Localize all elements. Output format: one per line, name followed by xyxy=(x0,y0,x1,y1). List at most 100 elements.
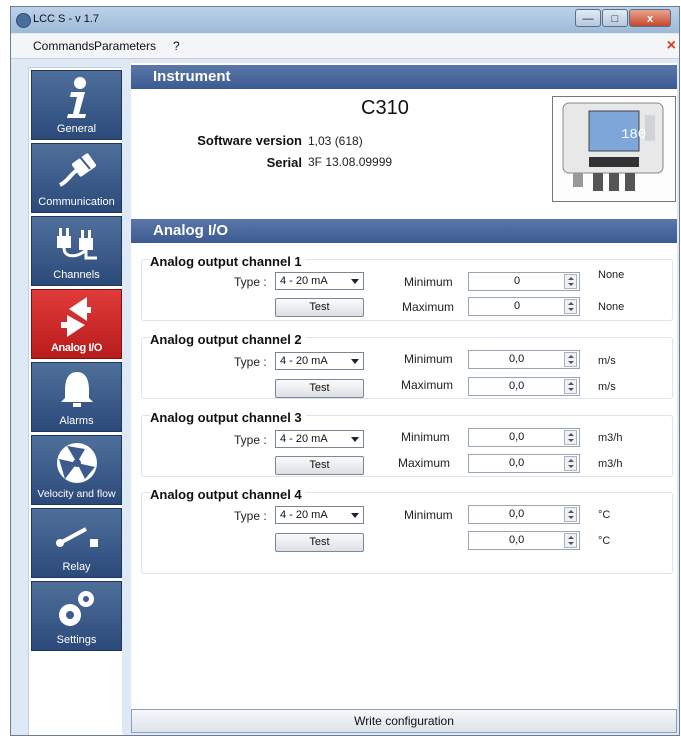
minimum-input[interactable]: 0,0 xyxy=(468,505,580,524)
sidebar-item-velocity-flow[interactable]: Velocity and flow xyxy=(31,435,122,505)
minimum-unit: m3/h xyxy=(598,432,623,444)
sidebar-item-settings[interactable]: Settings xyxy=(31,581,122,651)
channel-title: Analog output channel 1 xyxy=(150,254,306,269)
maximum-unit: °C xyxy=(598,535,611,547)
sidebar-item-label: Velocity and flow xyxy=(37,488,116,500)
maximum-label: Maximum xyxy=(402,300,455,314)
chevron-down-icon xyxy=(351,359,359,364)
power-plugs-icon xyxy=(32,223,121,265)
serial-label: Serial xyxy=(266,155,302,170)
minimum-label: Minimum xyxy=(404,508,453,522)
test-button[interactable]: Test xyxy=(275,379,364,398)
minimum-value: 0,0 xyxy=(509,508,525,520)
channel-title: Analog output channel 4 xyxy=(150,487,306,502)
minimum-unit: °C xyxy=(598,509,611,521)
sidebar-item-communication[interactable]: Communication xyxy=(31,143,122,213)
chevron-down-icon xyxy=(351,437,359,442)
maximum-label: Maximum xyxy=(401,378,454,392)
bell-icon xyxy=(32,369,121,411)
device-image: 180 xyxy=(552,96,676,202)
type-value: 4 - 20 mA xyxy=(280,355,328,367)
minimum-value: 0 xyxy=(514,275,521,287)
channel-title: Analog output channel 2 xyxy=(150,332,306,347)
type-label: Type : xyxy=(234,275,267,289)
chevron-down-icon xyxy=(351,279,359,284)
minimum-value: 0,0 xyxy=(509,431,525,443)
app-logo-icon xyxy=(16,13,31,28)
channel-group: Analog output channel 3 Type : 4 - 20 mA… xyxy=(141,410,673,477)
sidebar-item-general[interactable]: General xyxy=(31,70,122,140)
minimum-input[interactable]: 0,0 xyxy=(468,350,580,369)
ethernet-plug-icon xyxy=(32,150,121,192)
info-icon xyxy=(32,77,121,119)
app-window: LCC S - v 1.7 — □ x Commands Parameters … xyxy=(10,6,680,736)
sidebar-item-analog-io[interactable]: Analog I/O xyxy=(31,289,122,359)
main-panel: Instrument C310 Software version 1,03 (6… xyxy=(131,63,677,709)
maximum-input[interactable]: 0 xyxy=(468,297,580,316)
type-select[interactable]: 4 - 20 mA xyxy=(275,272,364,290)
test-button[interactable]: Test xyxy=(275,298,364,317)
maximum-input[interactable]: 0,0 xyxy=(468,377,580,396)
type-select[interactable]: 4 - 20 mA xyxy=(275,506,364,524)
spinner-icon[interactable] xyxy=(564,274,577,289)
minimum-label: Minimum xyxy=(404,275,453,289)
spinner-icon[interactable] xyxy=(564,533,577,548)
splitter[interactable] xyxy=(122,67,127,734)
switch-icon xyxy=(32,515,121,557)
maximum-input[interactable]: 0,0 xyxy=(468,454,580,473)
sidebar-item-label: Alarms xyxy=(59,415,94,427)
sidebar-item-label: Communication xyxy=(38,196,115,208)
spinner-icon[interactable] xyxy=(564,299,577,314)
maximize-button[interactable]: □ xyxy=(602,9,628,27)
sidebar-item-channels[interactable]: Channels xyxy=(31,216,122,286)
type-value: 4 - 20 mA xyxy=(280,433,328,445)
chevron-down-icon xyxy=(351,513,359,518)
sidebar-item-relay[interactable]: Relay xyxy=(31,508,122,578)
menu-parameters[interactable]: Parameters xyxy=(94,39,156,53)
analog-io-header: Analog I/O xyxy=(131,219,677,243)
sidebar: General Communication Channels Analog I/… xyxy=(28,67,125,735)
write-configuration-button[interactable]: Write configuration xyxy=(131,709,677,733)
type-label: Type : xyxy=(234,355,267,369)
menu-bar: Commands Parameters ? × xyxy=(11,34,679,59)
type-label: Type : xyxy=(234,433,267,447)
type-select[interactable]: 4 - 20 mA xyxy=(275,352,364,370)
type-select[interactable]: 4 - 20 mA xyxy=(275,430,364,448)
channel-group: Analog output channel 4 Type : 4 - 20 mA… xyxy=(141,487,673,574)
maximum-value: 0 xyxy=(514,300,521,312)
minimum-input[interactable]: 0 xyxy=(468,272,580,291)
spinner-icon[interactable] xyxy=(564,430,577,445)
spinner-icon[interactable] xyxy=(564,379,577,394)
maximum-label: Maximum xyxy=(398,456,451,470)
instrument-header: Instrument xyxy=(131,65,677,89)
sidebar-item-label: Analog I/O xyxy=(50,342,102,354)
channel-title: Analog output channel 3 xyxy=(150,410,306,425)
minimum-label: Minimum xyxy=(401,430,450,444)
serial-value: 3F 13.08.09999 xyxy=(308,155,393,169)
spinner-icon[interactable] xyxy=(564,456,577,471)
channel-group: Analog output channel 2 Type : 4 - 20 mA… xyxy=(141,332,673,399)
spinner-icon[interactable] xyxy=(564,352,577,367)
sidebar-item-label: Channels xyxy=(53,269,100,281)
title-bar[interactable]: LCC S - v 1.7 — □ x xyxy=(11,7,679,33)
test-button[interactable]: Test xyxy=(275,533,364,552)
close-icon[interactable]: × xyxy=(667,37,676,55)
test-button[interactable]: Test xyxy=(275,456,364,475)
type-value: 4 - 20 mA xyxy=(280,275,328,287)
minimize-button[interactable]: — xyxy=(575,9,601,27)
menu-help[interactable]: ? xyxy=(173,39,180,53)
maximum-unit: None xyxy=(598,301,625,313)
minimum-unit: None xyxy=(598,269,625,281)
maximum-value: 0,0 xyxy=(509,457,525,469)
sidebar-item-alarms[interactable]: Alarms xyxy=(31,362,122,432)
maximum-input[interactable]: 0,0 xyxy=(468,531,580,550)
maximum-value: 0,0 xyxy=(509,380,525,392)
menu-commands[interactable]: Commands xyxy=(33,39,94,53)
fan-icon xyxy=(32,442,121,484)
arrows-icon xyxy=(32,296,121,338)
minimum-input[interactable]: 0,0 xyxy=(468,428,580,447)
spinner-icon[interactable] xyxy=(564,507,577,522)
sidebar-item-label: Relay xyxy=(62,561,91,573)
maximum-unit: m3/h xyxy=(598,458,623,470)
close-button[interactable]: x xyxy=(629,9,671,27)
